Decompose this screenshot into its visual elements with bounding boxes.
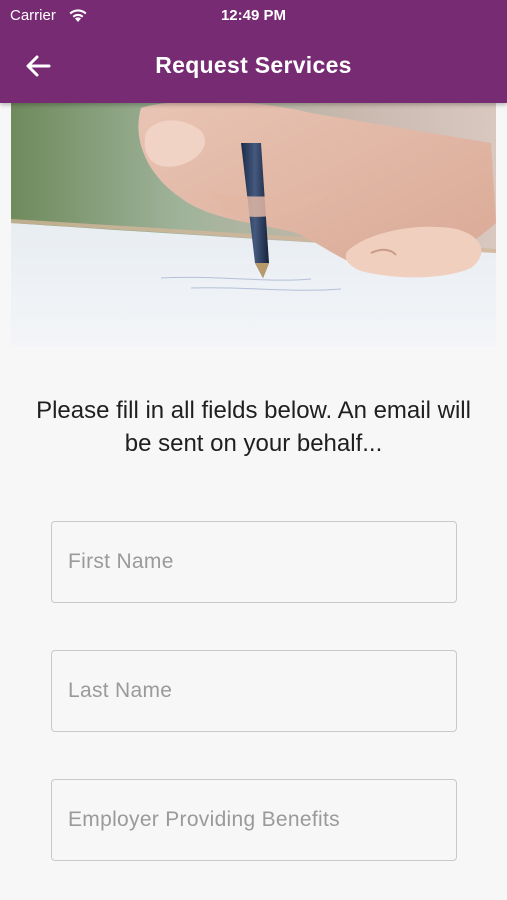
status-time: 12:49 PM xyxy=(220,7,287,24)
page-title: Request Services xyxy=(155,52,352,78)
employer-field[interactable] xyxy=(51,779,457,861)
last-name-field[interactable] xyxy=(51,650,457,732)
first-name-input[interactable] xyxy=(52,522,456,602)
hero-image xyxy=(11,103,496,346)
app-bar: Carrier 12:49 PM Request Services xyxy=(0,0,507,103)
status-bar: Carrier 12:49 PM xyxy=(0,0,507,30)
instructions-text: Please fill in all fields below. An emai… xyxy=(36,397,471,457)
hand-writing-with-pen-photo xyxy=(11,103,496,346)
employer-input[interactable] xyxy=(52,780,456,860)
first-name-field[interactable] xyxy=(51,521,457,603)
last-name-input[interactable] xyxy=(52,651,456,731)
